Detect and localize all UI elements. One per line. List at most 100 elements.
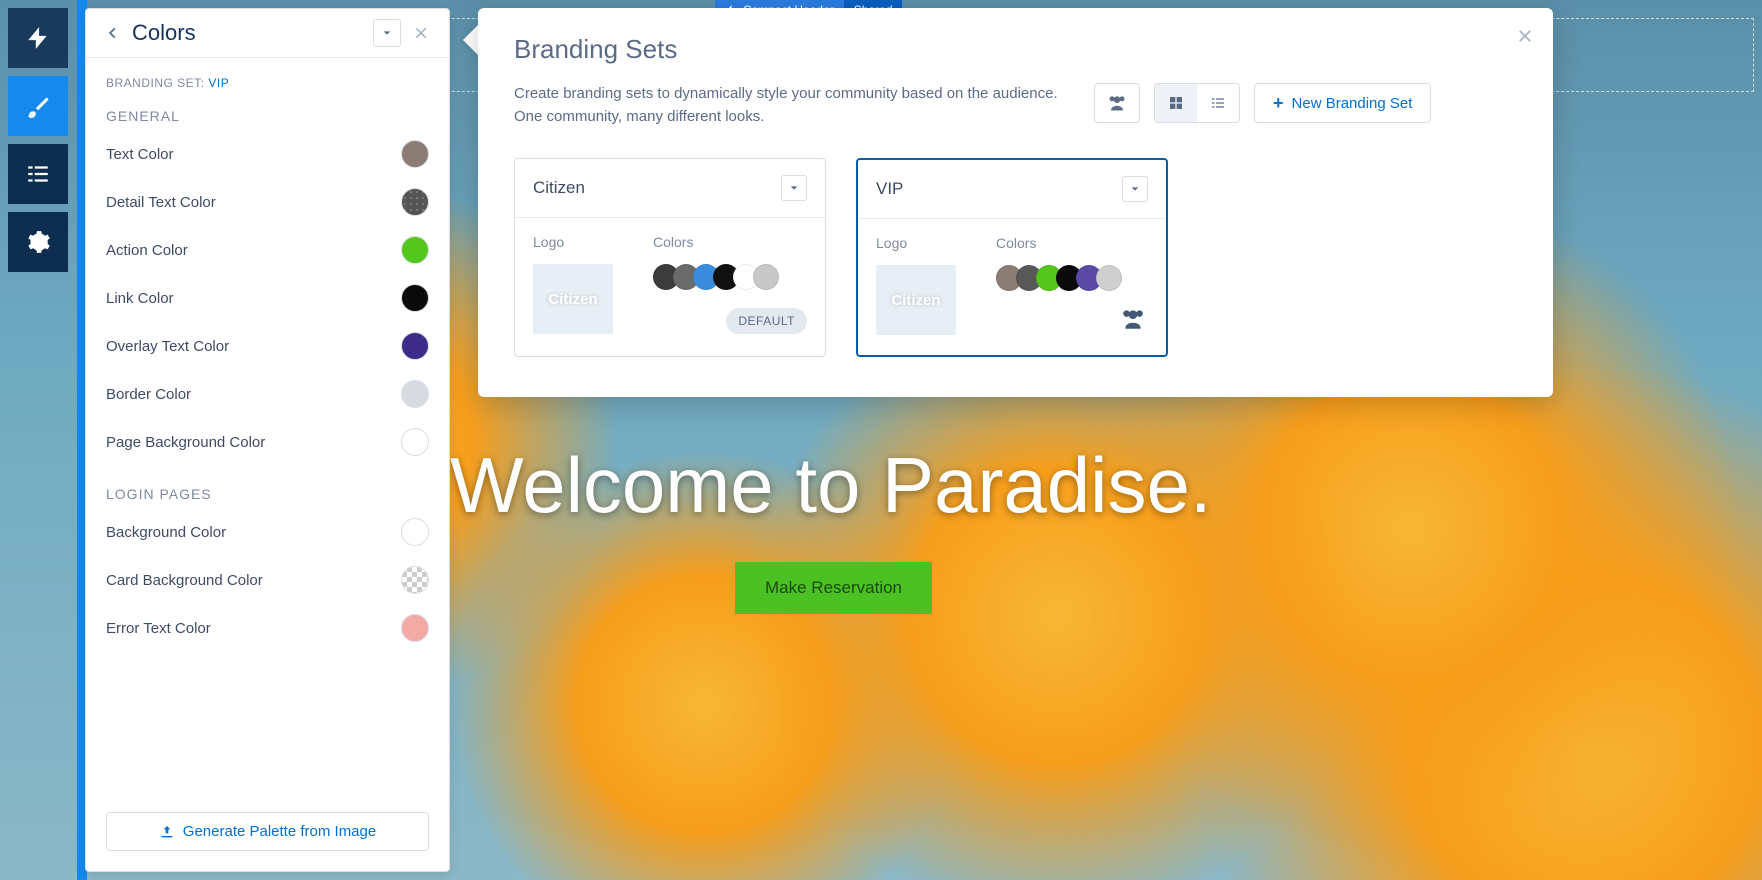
gear-icon bbox=[25, 229, 51, 255]
popover-arrow bbox=[463, 24, 479, 56]
color-label: Card Background Color bbox=[106, 572, 263, 589]
color-swatch[interactable] bbox=[401, 428, 429, 456]
colors-panel-body: BRANDING SET: VIP GENERAL Text Color Deta… bbox=[86, 58, 449, 800]
list-view-option[interactable] bbox=[1197, 84, 1239, 122]
chevron-down-icon bbox=[789, 183, 799, 193]
grid-view-option[interactable] bbox=[1155, 84, 1197, 122]
lightning-icon bbox=[25, 25, 51, 51]
panel-close-button[interactable] bbox=[407, 19, 435, 47]
nav-lightning[interactable] bbox=[8, 8, 68, 68]
card-logo-column: Logo Citizen bbox=[876, 235, 956, 335]
popover-close-button[interactable] bbox=[1511, 22, 1539, 50]
color-swatch[interactable] bbox=[401, 518, 429, 546]
colors-label: Colors bbox=[996, 235, 1122, 251]
card-title: Citizen bbox=[533, 178, 585, 198]
color-row: Border Color bbox=[106, 380, 429, 408]
popover-title: Branding Sets bbox=[514, 34, 1517, 65]
card-colors-column: Colors bbox=[996, 235, 1122, 335]
color-row: Detail Text Color bbox=[106, 188, 429, 216]
builder-left-nav bbox=[8, 8, 68, 272]
logo-label: Logo bbox=[876, 235, 956, 251]
mini-swatch bbox=[753, 264, 779, 290]
color-row: Error Text Color bbox=[106, 614, 429, 642]
list-icon bbox=[25, 161, 51, 187]
color-swatch[interactable] bbox=[401, 236, 429, 264]
color-row: Text Color bbox=[106, 140, 429, 168]
color-swatch[interactable] bbox=[401, 332, 429, 360]
branding-sets-popover: Branding Sets Create branding sets to dy… bbox=[478, 8, 1553, 397]
color-swatch[interactable] bbox=[401, 140, 429, 168]
nav-settings[interactable] bbox=[8, 212, 68, 272]
mini-swatch bbox=[1096, 265, 1122, 291]
close-icon bbox=[413, 25, 429, 41]
chevron-down-icon bbox=[382, 28, 392, 38]
color-label: Action Color bbox=[106, 242, 188, 259]
color-swatch[interactable] bbox=[401, 566, 429, 594]
color-swatch[interactable] bbox=[401, 380, 429, 408]
color-label: Detail Text Color bbox=[106, 194, 216, 211]
color-row: Link Color bbox=[106, 284, 429, 312]
audience-assigned-icon bbox=[1118, 306, 1148, 337]
view-toggle bbox=[1154, 83, 1240, 123]
panel-title: Colors bbox=[132, 20, 373, 46]
chevron-down-icon bbox=[1130, 184, 1140, 194]
card-header: Citizen bbox=[515, 159, 825, 218]
brush-icon bbox=[25, 93, 51, 119]
general-color-rows: Text Color Detail Text Color Action Color L… bbox=[106, 140, 429, 456]
card-header: VIP bbox=[858, 160, 1166, 219]
generate-palette-label: Generate Palette from Image bbox=[183, 823, 376, 840]
color-label: Link Color bbox=[106, 290, 174, 307]
chevron-left-icon bbox=[106, 26, 120, 40]
card-body: Logo Citizen Colors bbox=[858, 219, 1166, 355]
popover-controls: + New Branding Set bbox=[1094, 83, 1431, 123]
color-label: Text Color bbox=[106, 146, 174, 163]
logo-label: Logo bbox=[533, 234, 613, 250]
card-menu-button[interactable] bbox=[781, 175, 807, 201]
color-swatch[interactable] bbox=[401, 614, 429, 642]
card-logo-column: Logo Citizen bbox=[533, 234, 613, 334]
card-menu-button[interactable] bbox=[1122, 176, 1148, 202]
color-label: Background Color bbox=[106, 524, 226, 541]
nav-pages[interactable] bbox=[8, 144, 68, 204]
popover-description: Create branding sets to dynamically styl… bbox=[514, 83, 1074, 128]
color-label: Page Background Color bbox=[106, 434, 265, 451]
audiences-button[interactable] bbox=[1094, 83, 1140, 123]
colors-label: Colors bbox=[653, 234, 779, 250]
color-row: Action Color bbox=[106, 236, 429, 264]
branding-set-link[interactable]: VIP bbox=[208, 76, 229, 90]
color-row: Background Color bbox=[106, 518, 429, 546]
panel-menu-button[interactable] bbox=[373, 19, 401, 47]
color-label: Overlay Text Color bbox=[106, 338, 229, 355]
branding-set-prefix: BRANDING SET: bbox=[106, 76, 208, 90]
grid-icon bbox=[1168, 95, 1184, 111]
card-body: Logo Citizen Colors DEFAULT bbox=[515, 218, 825, 354]
back-button[interactable] bbox=[100, 20, 126, 46]
default-badge: DEFAULT bbox=[726, 308, 807, 334]
nav-theme[interactable] bbox=[8, 76, 68, 136]
branding-set-card[interactable]: Citizen Logo Citizen Colors DEFAULT bbox=[514, 158, 826, 357]
people-icon bbox=[1107, 93, 1127, 113]
color-swatch[interactable] bbox=[401, 188, 429, 216]
make-reservation-button[interactable]: Make Reservation bbox=[735, 562, 932, 614]
new-branding-set-button[interactable]: + New Branding Set bbox=[1254, 83, 1431, 123]
people-icon bbox=[1118, 306, 1148, 332]
branding-set-indicator: BRANDING SET: VIP bbox=[106, 76, 429, 90]
plus-icon: + bbox=[1273, 93, 1284, 114]
color-swatch[interactable] bbox=[401, 284, 429, 312]
card-swatches bbox=[996, 265, 1122, 291]
section-general-label: GENERAL bbox=[106, 108, 429, 124]
branding-cards-row: CitizenLogoCitizenColorsDEFAULTVIPLogoCi… bbox=[514, 158, 1517, 357]
color-row: Overlay Text Color bbox=[106, 332, 429, 360]
logo-thumbnail: Citizen bbox=[876, 265, 956, 335]
close-icon bbox=[1516, 27, 1534, 45]
card-title: VIP bbox=[876, 179, 903, 199]
generate-palette-button[interactable]: Generate Palette from Image bbox=[106, 812, 429, 851]
popover-top-row: Create branding sets to dynamically styl… bbox=[514, 83, 1517, 128]
color-row: Card Background Color bbox=[106, 566, 429, 594]
branding-set-card[interactable]: VIP Logo Citizen Colors bbox=[856, 158, 1168, 357]
logo-thumbnail: Citizen bbox=[533, 264, 613, 334]
colors-panel: Colors BRANDING SET: VIP GENERAL Text Co… bbox=[85, 8, 450, 872]
colors-panel-header: Colors bbox=[86, 9, 449, 58]
upload-icon bbox=[159, 824, 175, 840]
card-swatches bbox=[653, 264, 779, 290]
